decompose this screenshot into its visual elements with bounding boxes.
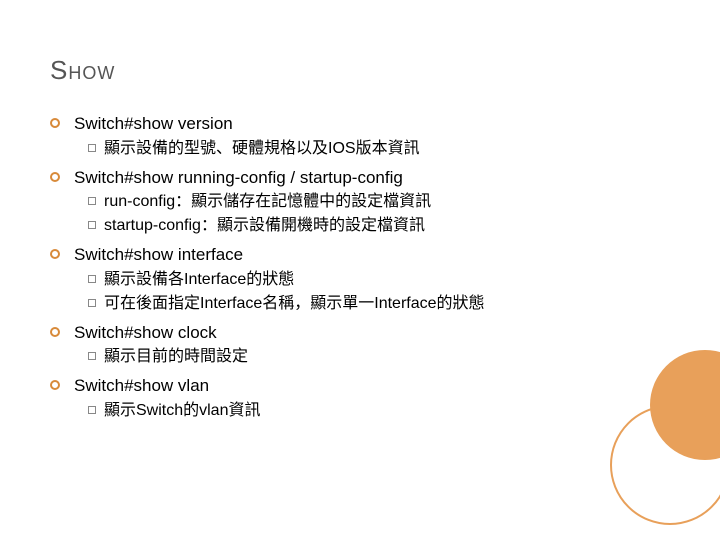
- bullet-level2: 顯示設備各Interface的狀態: [88, 268, 670, 292]
- square-icon: [88, 197, 96, 205]
- circle-icon: [50, 118, 60, 128]
- circle-icon: [50, 172, 60, 182]
- square-icon: [88, 221, 96, 229]
- list-item: Switch#show interface 顯示設備各Interface的狀態 …: [50, 242, 670, 316]
- list-item: Switch#show version 顯示設備的型號、硬體規格以及IOS版本資…: [50, 111, 670, 161]
- bullet-level1: Switch#show version: [50, 111, 670, 137]
- circle-icon: [50, 327, 60, 337]
- bullet-level2: run-config：顯示儲存在記憶體中的設定檔資訊: [88, 190, 670, 214]
- list-item: Switch#show vlan 顯示Switch的vlan資訊: [50, 373, 670, 423]
- square-icon: [88, 406, 96, 414]
- sub-text: 顯示Switch的vlan資訊: [104, 399, 260, 423]
- circle-icon: [50, 249, 60, 259]
- sub-text: 可在後面指定Interface名稱，顯示單一Interface的狀態: [104, 292, 485, 316]
- item-text: Switch#show interface: [74, 242, 243, 268]
- bullet-level2: startup-config：顯示設備開機時的設定檔資訊: [88, 214, 670, 238]
- bullet-level2: 可在後面指定Interface名稱，顯示單一Interface的狀態: [88, 292, 670, 316]
- bullet-level1: Switch#show running-config / startup-con…: [50, 165, 670, 191]
- bullet-level2: 顯示設備的型號、硬體規格以及IOS版本資訊: [88, 137, 670, 161]
- bullet-level2: 顯示Switch的vlan資訊: [88, 399, 670, 423]
- bullet-level1: Switch#show vlan: [50, 373, 670, 399]
- square-icon: [88, 144, 96, 152]
- sub-text: 顯示目前的時間設定: [104, 345, 248, 369]
- item-text: Switch#show running-config / startup-con…: [74, 165, 403, 191]
- item-text: Switch#show vlan: [74, 373, 209, 399]
- item-text: Switch#show clock: [74, 320, 217, 346]
- circle-icon: [50, 380, 60, 390]
- sub-text: startup-config：顯示設備開機時的設定檔資訊: [104, 214, 425, 238]
- sub-text: run-config：顯示儲存在記憶體中的設定檔資訊: [104, 190, 431, 214]
- sub-text: 顯示設備各Interface的狀態: [104, 268, 294, 292]
- list-item: Switch#show clock 顯示目前的時間設定: [50, 320, 670, 370]
- slide-content: Switch#show version 顯示設備的型號、硬體規格以及IOS版本資…: [50, 111, 670, 423]
- bullet-level1: Switch#show interface: [50, 242, 670, 268]
- bullet-level2: 顯示目前的時間設定: [88, 345, 670, 369]
- slide-title: Show: [50, 55, 670, 86]
- square-icon: [88, 275, 96, 283]
- list-item: Switch#show running-config / startup-con…: [50, 165, 670, 239]
- square-icon: [88, 352, 96, 360]
- bullet-level1: Switch#show clock: [50, 320, 670, 346]
- item-text: Switch#show version: [74, 111, 233, 137]
- sub-text: 顯示設備的型號、硬體規格以及IOS版本資訊: [104, 137, 420, 161]
- square-icon: [88, 299, 96, 307]
- decorative-circle-outline: [610, 405, 720, 525]
- slide: Show Switch#show version 顯示設備的型號、硬體規格以及I…: [0, 0, 720, 540]
